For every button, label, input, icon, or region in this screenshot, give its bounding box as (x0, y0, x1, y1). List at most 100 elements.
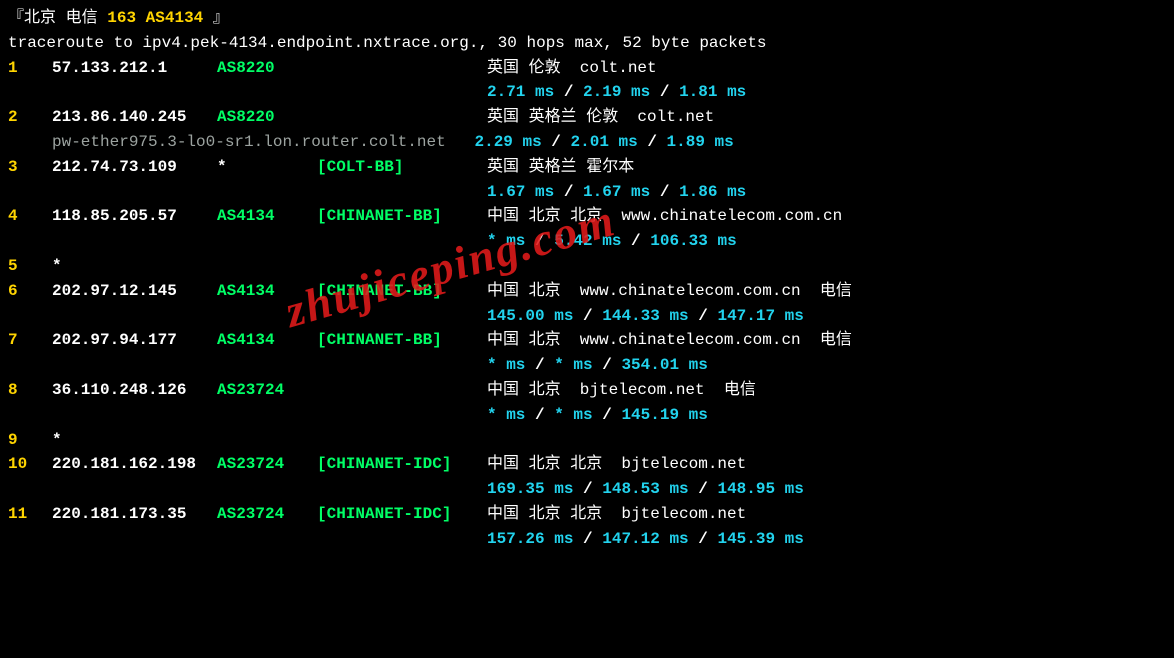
hop-row: 2213.86.140.245AS8220英国 英格兰 伦敦 colt.net (8, 105, 1166, 130)
separator: / (650, 80, 679, 105)
hop-rtt: 147.17 ms (717, 304, 803, 329)
hop-location: 英国 伦敦 colt.net (487, 56, 657, 81)
hop-rtt: 148.95 ms (717, 477, 803, 502)
separator: / (638, 130, 667, 155)
header-isp: 电信 (56, 6, 107, 31)
hop-number: 9 (8, 428, 52, 453)
hop-asn: * (217, 155, 317, 180)
hop-number: 4 (8, 204, 52, 229)
hop-network-tag (317, 56, 487, 81)
hop-number: 6 (8, 279, 52, 304)
hop-row: 10220.181.162.198AS23724[CHINANET-IDC]中国… (8, 452, 1166, 477)
hop-rtt: * ms (554, 353, 592, 378)
hop-number: 2 (8, 105, 52, 130)
separator: / (554, 180, 583, 205)
hop-network-tag: [CHINANET-BB] (317, 279, 487, 304)
hop-row: 3212.74.73.109*[COLT-BB]英国 英格兰 霍尔本 (8, 155, 1166, 180)
hop-rtt: 157.26 ms (487, 527, 573, 552)
hop-ip: 220.181.173.35 (52, 502, 217, 527)
header-bracket-close: 』 (203, 6, 229, 31)
traceroute-cmdline: traceroute to ipv4.pek-4134.endpoint.nxt… (8, 31, 1166, 56)
separator: / (525, 403, 554, 428)
hop-location: 英国 英格兰 霍尔本 (487, 155, 634, 180)
hop-row: 11220.181.173.35AS23724[CHINANET-IDC]中国 … (8, 502, 1166, 527)
hop-rtt: 354.01 ms (621, 353, 707, 378)
hop-rtt: 148.53 ms (602, 477, 688, 502)
hop-number: 5 (8, 254, 52, 279)
header-city: 北京 (24, 6, 56, 31)
hop-rtt: 1.67 ms (487, 180, 554, 205)
hop-asn: AS8220 (217, 56, 317, 81)
hop-row: 7202.97.94.177AS4134[CHINANET-BB]中国 北京 w… (8, 328, 1166, 353)
hop-number: 7 (8, 328, 52, 353)
hop-timing-row: 1.67 ms / 1.67 ms / 1.86 ms (8, 180, 1166, 205)
separator: / (593, 403, 622, 428)
hop-row: 6202.97.12.145AS4134[CHINANET-BB]中国 北京 w… (8, 279, 1166, 304)
separator: / (593, 353, 622, 378)
hop-rtt: * ms (554, 403, 592, 428)
hop-location: 中国 北京 bjtelecom.net 电信 (487, 378, 756, 403)
hop-rtt: 1.81 ms (679, 80, 746, 105)
hop-row: 9* (8, 428, 1166, 453)
separator: / (525, 353, 554, 378)
hop-network-tag: [CHINANET-IDC] (317, 502, 487, 527)
hop-network-tag: [CHINANET-BB] (317, 328, 487, 353)
hop-timing-row: * ms / 5.42 ms / 106.33 ms (8, 229, 1166, 254)
traceroute-header: 『 北京 电信 163 AS4134 』 (8, 6, 1166, 31)
hop-rdns-row: pw-ether975.3-lo0-sr1.lon.router.colt.ne… (8, 130, 1166, 155)
separator: / (573, 477, 602, 502)
hop-rtt: 2.29 ms (474, 130, 541, 155)
hop-location: 中国 北京 www.chinatelecom.com.cn 电信 (487, 328, 852, 353)
hop-rtt: 2.01 ms (571, 130, 638, 155)
hop-ip: 202.97.12.145 (52, 279, 217, 304)
hop-rtt: 106.33 ms (650, 229, 736, 254)
hop-ip: 213.86.140.245 (52, 105, 217, 130)
hop-number: 10 (8, 452, 52, 477)
hop-asn: AS4134 (217, 279, 317, 304)
hop-location: 中国 北京 北京 www.chinatelecom.com.cn (487, 204, 842, 229)
hop-rtt: 1.89 ms (667, 130, 734, 155)
hop-network-tag (317, 105, 487, 130)
hop-ip: 220.181.162.198 (52, 452, 217, 477)
hop-ip: 118.85.205.57 (52, 204, 217, 229)
hop-network-tag: [CHINANET-BB] (317, 204, 487, 229)
hop-asn: AS4134 (217, 204, 317, 229)
hop-network-tag: [COLT-BB] (317, 155, 487, 180)
hop-timing-row: * ms / * ms / 145.19 ms (8, 403, 1166, 428)
hop-rtt: 147.12 ms (602, 527, 688, 552)
hop-rtt: 1.86 ms (679, 180, 746, 205)
hop-location: 中国 北京 北京 bjtelecom.net (487, 502, 746, 527)
hop-rtt: * ms (487, 229, 525, 254)
hop-timing-row: 2.71 ms / 2.19 ms / 1.81 ms (8, 80, 1166, 105)
hop-row: 836.110.248.126AS23724中国 北京 bjtelecom.ne… (8, 378, 1166, 403)
hop-asn: AS23724 (217, 378, 317, 403)
separator: / (689, 477, 718, 502)
separator: / (525, 229, 554, 254)
hop-rtt: * ms (487, 403, 525, 428)
separator: / (689, 304, 718, 329)
hop-network-tag (317, 428, 487, 453)
hop-row: 157.133.212.1AS8220英国 伦敦 colt.net (8, 56, 1166, 81)
hop-row: 5* (8, 254, 1166, 279)
separator: / (650, 180, 679, 205)
separator: / (621, 229, 650, 254)
hop-rtt: 145.19 ms (621, 403, 707, 428)
hop-asn: AS8220 (217, 105, 317, 130)
hop-rtt: 1.67 ms (583, 180, 650, 205)
hop-rtt: 169.35 ms (487, 477, 573, 502)
separator: / (573, 527, 602, 552)
hop-number: 1 (8, 56, 52, 81)
hop-ip: 36.110.248.126 (52, 378, 217, 403)
header-bracket-open: 『 (8, 6, 24, 31)
hop-list: 157.133.212.1AS8220英国 伦敦 colt.net2.71 ms… (8, 56, 1166, 552)
hop-number: 11 (8, 502, 52, 527)
hop-ip: * (52, 428, 217, 453)
hop-timing-row: 145.00 ms / 144.33 ms / 147.17 ms (8, 304, 1166, 329)
hop-asn: AS23724 (217, 502, 317, 527)
hop-rtt: 5.42 ms (554, 229, 621, 254)
hop-timing-row: 157.26 ms / 147.12 ms / 145.39 ms (8, 527, 1166, 552)
separator: / (542, 130, 571, 155)
hop-rtt: * ms (487, 353, 525, 378)
hop-network-tag (317, 378, 487, 403)
separator: / (573, 304, 602, 329)
